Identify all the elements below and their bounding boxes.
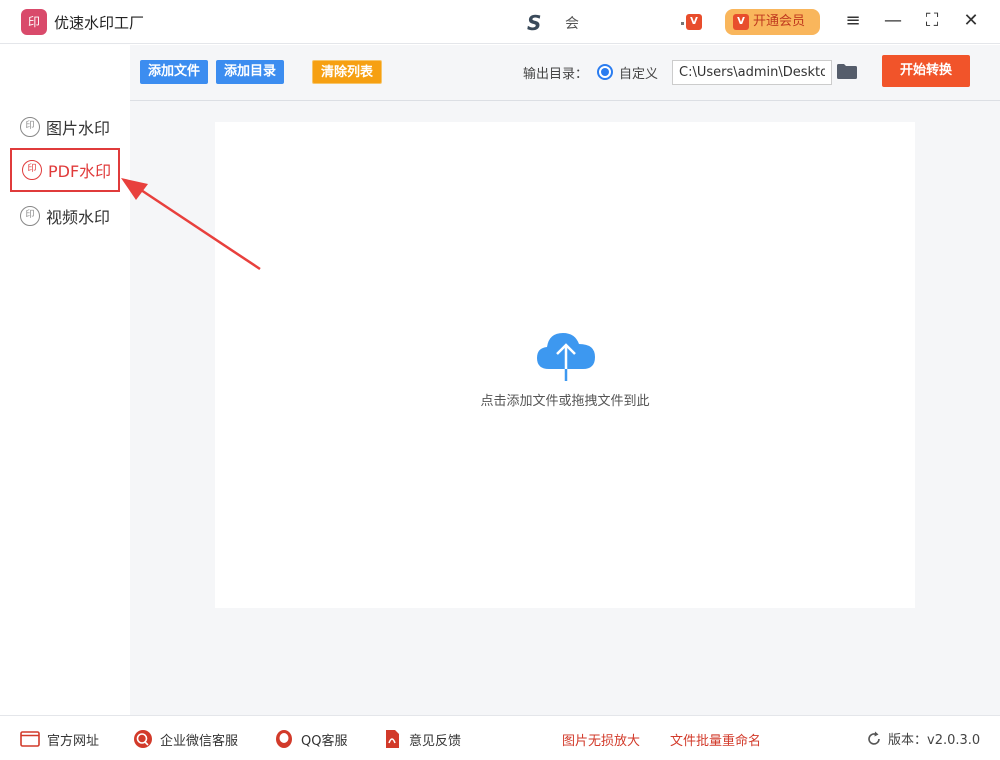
sidebar-item-label: 视频水印 [46, 208, 111, 227]
toolbar: 添加文件 添加目录 清除列表 输出目录： 自定义 开始转换 [130, 45, 1000, 101]
official-website-label: 官方网址 [47, 733, 100, 749]
batch-rename-link[interactable]: 文件批量重命名 [670, 730, 761, 749]
wechat-icon [134, 730, 152, 748]
add-file-button[interactable]: 添加文件 [140, 60, 209, 84]
start-convert-button[interactable]: 开始转换 [882, 55, 970, 87]
sidebar-item-label: PDF水印 [48, 162, 112, 181]
app-title: 优速水印工厂 [54, 14, 145, 32]
qq-service-label: QQ客服 [301, 733, 348, 749]
close-icon[interactable]: ✕ [960, 10, 982, 32]
output-path-input[interactable] [672, 60, 832, 85]
title-bar: 印 优速水印工厂 S 会 V V 开通会员 ≡ — ⛶ ✕ [0, 0, 1000, 44]
open-vip-label: 开通会员 [753, 14, 806, 29]
feedback-icon [386, 730, 399, 748]
main-panel: 添加文件 添加目录 清除列表 输出目录： 自定义 开始转换 点击添加文件或拖拽文… [130, 45, 1000, 715]
refresh-icon[interactable] [866, 731, 882, 747]
dot-separator [681, 22, 684, 25]
output-dir-label: 输出目录： [523, 67, 589, 82]
custom-dir-radio[interactable] [597, 64, 613, 80]
sidebar: 印 图片水印 印 PDF水印 印 视频水印 [0, 45, 130, 715]
footer-bar: 官方网址 企业微信客服 QQ客服 意见反馈 图片无损放大 文件批量重命名 版本：… [0, 715, 1000, 760]
menu-icon[interactable]: ≡ [842, 10, 864, 32]
sidebar-item-label: 图片水印 [46, 119, 111, 138]
sidebar-item-pdf-watermark[interactable]: 印 PDF水印 [10, 148, 120, 192]
image-upscale-link[interactable]: 图片无损放大 [562, 730, 640, 749]
official-website-link[interactable]: 官方网址 [20, 729, 99, 749]
version-info: 版本：v2.0.3.0 [866, 729, 980, 748]
sidebar-item-video-watermark[interactable]: 印 视频水印 [10, 194, 120, 238]
brand-s-icon: S [527, 11, 542, 35]
maximize-icon[interactable]: ⛶ [921, 10, 943, 32]
feedback-label: 意见反馈 [409, 733, 462, 749]
file-drop-zone[interactable]: 点击添加文件或拖拽文件到此 [215, 122, 915, 608]
app-logo-icon: 印 [21, 9, 47, 35]
app-window: 印 优速水印工厂 S 会 V V 开通会员 ≡ — ⛶ ✕ 印 图片水印 印 P… [0, 0, 1000, 760]
wechat-service-label: 企业微信客服 [160, 733, 239, 749]
stamp-icon: 印 [20, 117, 40, 137]
vip-badge-icon: V [733, 14, 749, 30]
clear-list-button[interactable]: 清除列表 [312, 60, 383, 84]
website-icon [20, 731, 40, 747]
cloud-upload-icon [537, 333, 595, 381]
qq-service-link[interactable]: QQ客服 [274, 729, 347, 749]
folder-icon[interactable] [837, 64, 857, 79]
add-directory-button[interactable]: 添加目录 [216, 60, 285, 84]
center-text: 会 [565, 16, 579, 32]
wechat-service-link[interactable]: 企业微信客服 [133, 729, 238, 749]
custom-dir-label[interactable]: 自定义 [619, 63, 658, 82]
version-label: 版本：v2.0.3.0 [888, 733, 981, 748]
stamp-icon: 印 [22, 160, 42, 180]
stamp-icon: 印 [20, 206, 40, 226]
sidebar-item-image-watermark[interactable]: 印 图片水印 [10, 105, 120, 149]
open-vip-button[interactable]: V 开通会员 [725, 9, 820, 35]
qq-icon [276, 730, 292, 748]
feedback-link[interactable]: 意见反馈 [382, 729, 461, 749]
drop-hint-text: 点击添加文件或拖拽文件到此 [480, 394, 650, 409]
minimize-icon[interactable]: — [882, 10, 904, 32]
vip-small-icon[interactable]: V [686, 14, 702, 30]
